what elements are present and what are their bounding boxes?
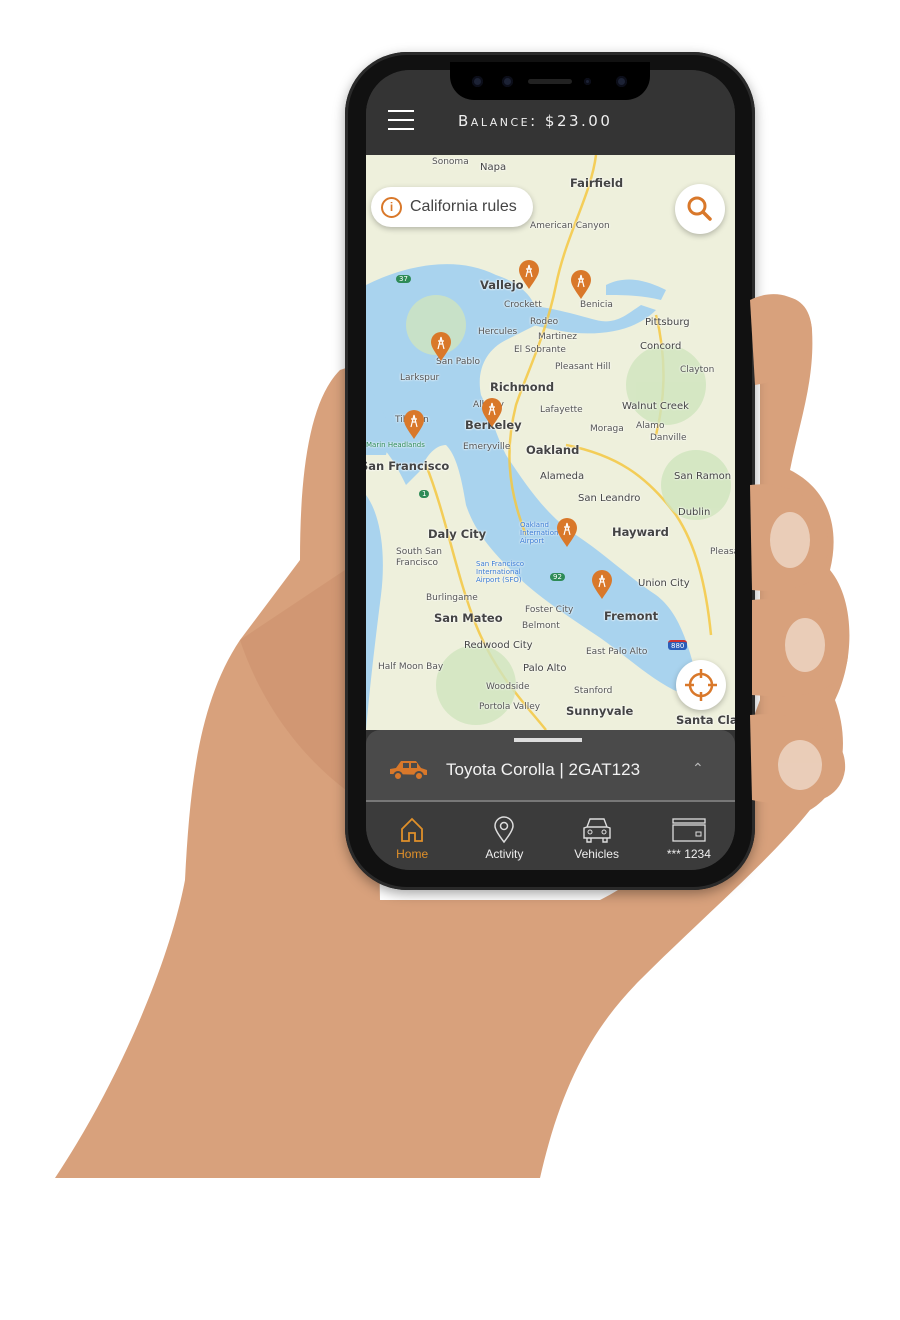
location-pin-icon [494,816,515,844]
charging-station-pin-icon[interactable] [591,570,613,600]
tab-home[interactable]: Home [366,802,458,870]
tab-payment-card[interactable]: *** 1234 [643,802,735,870]
camera-icon [616,76,627,87]
map-label: San Francisco International Airport (SFO… [476,560,525,584]
info-icon: i [381,196,402,218]
map-label: Daly City [428,527,487,541]
tab-activity[interactable]: Activity [458,802,550,870]
map-label: Union City [638,578,690,589]
search-icon [687,196,712,221]
map-label: San Leandro [578,493,641,504]
map-label: Sonoma [432,157,469,167]
map-label: Burlingame [426,593,478,603]
map-label: Redwood City [464,640,533,651]
map-label: Pittsburg [645,317,690,328]
tab-vehicles[interactable]: Vehicles [551,802,643,870]
vehicle-name: Toyota Corolla | 2GAT123 [446,760,641,779]
map-label: Rodeo [530,317,559,327]
tab-label: *** 1234 [666,847,711,861]
charging-station-pin-icon[interactable] [481,398,503,428]
tab-label: Home [396,847,429,861]
map-view[interactable]: Sonoma Napa Fairfield American Canyon Va… [366,155,735,730]
map-label: Alamo [636,421,665,431]
map-label: Belmont [522,621,560,631]
map-label: Sunnyvale [566,704,634,718]
map-label: Fairfield [570,176,624,190]
charging-station-pin-icon[interactable] [556,518,578,548]
map-label: Benicia [580,300,613,310]
credit-card-icon [672,818,706,842]
map-label: Portola Valley [479,702,541,712]
camera-icon [472,76,483,87]
california-rules-label: California rules [410,198,517,215]
california-rules-button[interactable]: i California rules [371,187,533,227]
map-label: Palo Alto [523,663,567,674]
map-label: Oakland [526,443,580,457]
camera-icon [502,76,513,87]
map-label: Marin Headlands [366,441,425,449]
map-label: Martinez [538,332,577,342]
map-label: Hercules [478,327,518,337]
hamburger-icon[interactable] [388,110,414,130]
search-button[interactable] [675,184,725,234]
charging-station-pin-icon[interactable] [518,260,540,290]
map-label: Napa [480,162,507,173]
map-label: Pleasant Hill [555,362,611,372]
sensor-icon [584,78,591,85]
highway-shield: 880 [668,640,688,650]
map-label: East Palo Alto [586,647,648,657]
map-label: Concord [640,341,682,352]
crosshair-icon [685,669,717,701]
map-label: Dublin [678,507,711,518]
drag-handle[interactable] [514,738,582,742]
map-label: El Sobrante [514,345,566,355]
map-label: Richmond [490,380,555,394]
map-label: South San Francisco [396,547,442,568]
map-label: San Francisco [366,459,450,473]
home-icon [401,817,424,842]
speaker-grille [528,79,572,84]
map-label: Lafayette [540,405,583,415]
bottom-nav: Home Activity Vehicles *** 1234 [366,802,735,870]
balance-label: Balance: $23.00 [458,112,613,130]
charging-station-pin-icon[interactable] [430,332,452,362]
tab-label: Vehicles [574,847,619,861]
map-label: Emeryville [463,442,511,452]
chevron-up-icon[interactable]: ⌃ [692,760,704,777]
map-label: Danville [650,433,687,443]
charging-station-pin-icon[interactable] [570,270,592,300]
map-label: Larkspur [400,373,440,383]
vehicle-sheet[interactable]: Toyota Corolla | 2GAT123 ⌃ [366,730,735,802]
highway-shield: 37 [396,275,411,283]
map-label: San Mateo [434,611,503,625]
map-label: Crockett [504,300,542,310]
charging-station-pin-icon[interactable] [403,410,425,440]
map-label: Half Moon Bay [378,662,444,672]
map-label: Hayward [612,525,669,539]
map-label: San Ramon [674,471,732,482]
car-front-icon [582,818,611,843]
phone-notch [450,62,650,100]
map-label: American Canyon [530,221,610,231]
map-label: Foster City [525,605,574,615]
map-label: Moraga [590,424,624,434]
map-label: Walnut Creek [622,401,689,412]
map-label: Stanford [574,686,613,696]
map-label: Alameda [540,471,585,482]
map-label: Clayton [680,365,715,375]
highway-shield: 92 [550,573,565,581]
locate-me-button[interactable] [676,660,726,710]
car-icon [390,761,427,781]
map-label: Woodside [486,682,530,692]
tab-label: Activity [485,847,524,861]
map-label: Pleasanton [710,547,735,557]
app-screen: Balance: $23.00 Sonoma Napa Fairfield Am… [366,70,735,870]
map-label: Santa Clara [676,713,735,727]
map-label: Fremont [604,609,659,623]
